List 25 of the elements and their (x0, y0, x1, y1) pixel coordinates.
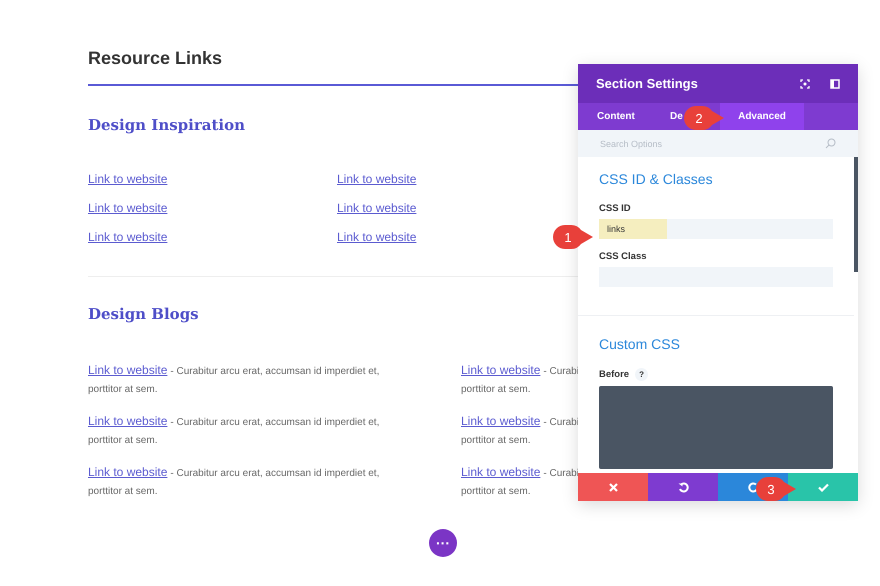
blog-description: porttitor at sem. (88, 485, 158, 499)
blog-description: - Curabitur arcu erat, accumsan id imperdiet et, (170, 468, 380, 479)
field-label: CSS ID (599, 203, 631, 214)
step-callout-tooltip: 2 (682, 104, 726, 132)
blog-description: - Curabi (543, 468, 579, 479)
step-callout-tooltip: 1 (551, 223, 595, 251)
panel-title: Section Settings (596, 76, 699, 91)
section-heading: Design Blogs (88, 305, 200, 323)
blog-description: - Curabi (543, 417, 579, 428)
blog-description: - Curabitur arcu erat, accumsan id imperdiet et, (170, 366, 380, 377)
blog-description: porttitor at sem. (88, 383, 158, 397)
field-label: CSS Class (599, 251, 647, 262)
section-heading: CSS ID & Classes (599, 171, 714, 187)
blog-description: porttitor at sem. (88, 434, 158, 448)
field-value: links (599, 219, 667, 239)
blog-description: porttitor at sem. (461, 485, 532, 499)
section-heading: Design Inspiration (88, 116, 246, 134)
blog-description: - Curabitur arcu erat, accumsan id imperdiet et, (170, 417, 380, 428)
blog-description: - Curabi (543, 366, 579, 377)
blog-description: porttitor at sem. (461, 434, 532, 448)
page-title: Resource Links (88, 48, 224, 69)
step-callout-tooltip: 3 (754, 475, 798, 503)
field-label: Before (599, 369, 630, 380)
blog-description: porttitor at sem. (461, 383, 532, 397)
section-heading: Custom CSS (599, 336, 681, 352)
